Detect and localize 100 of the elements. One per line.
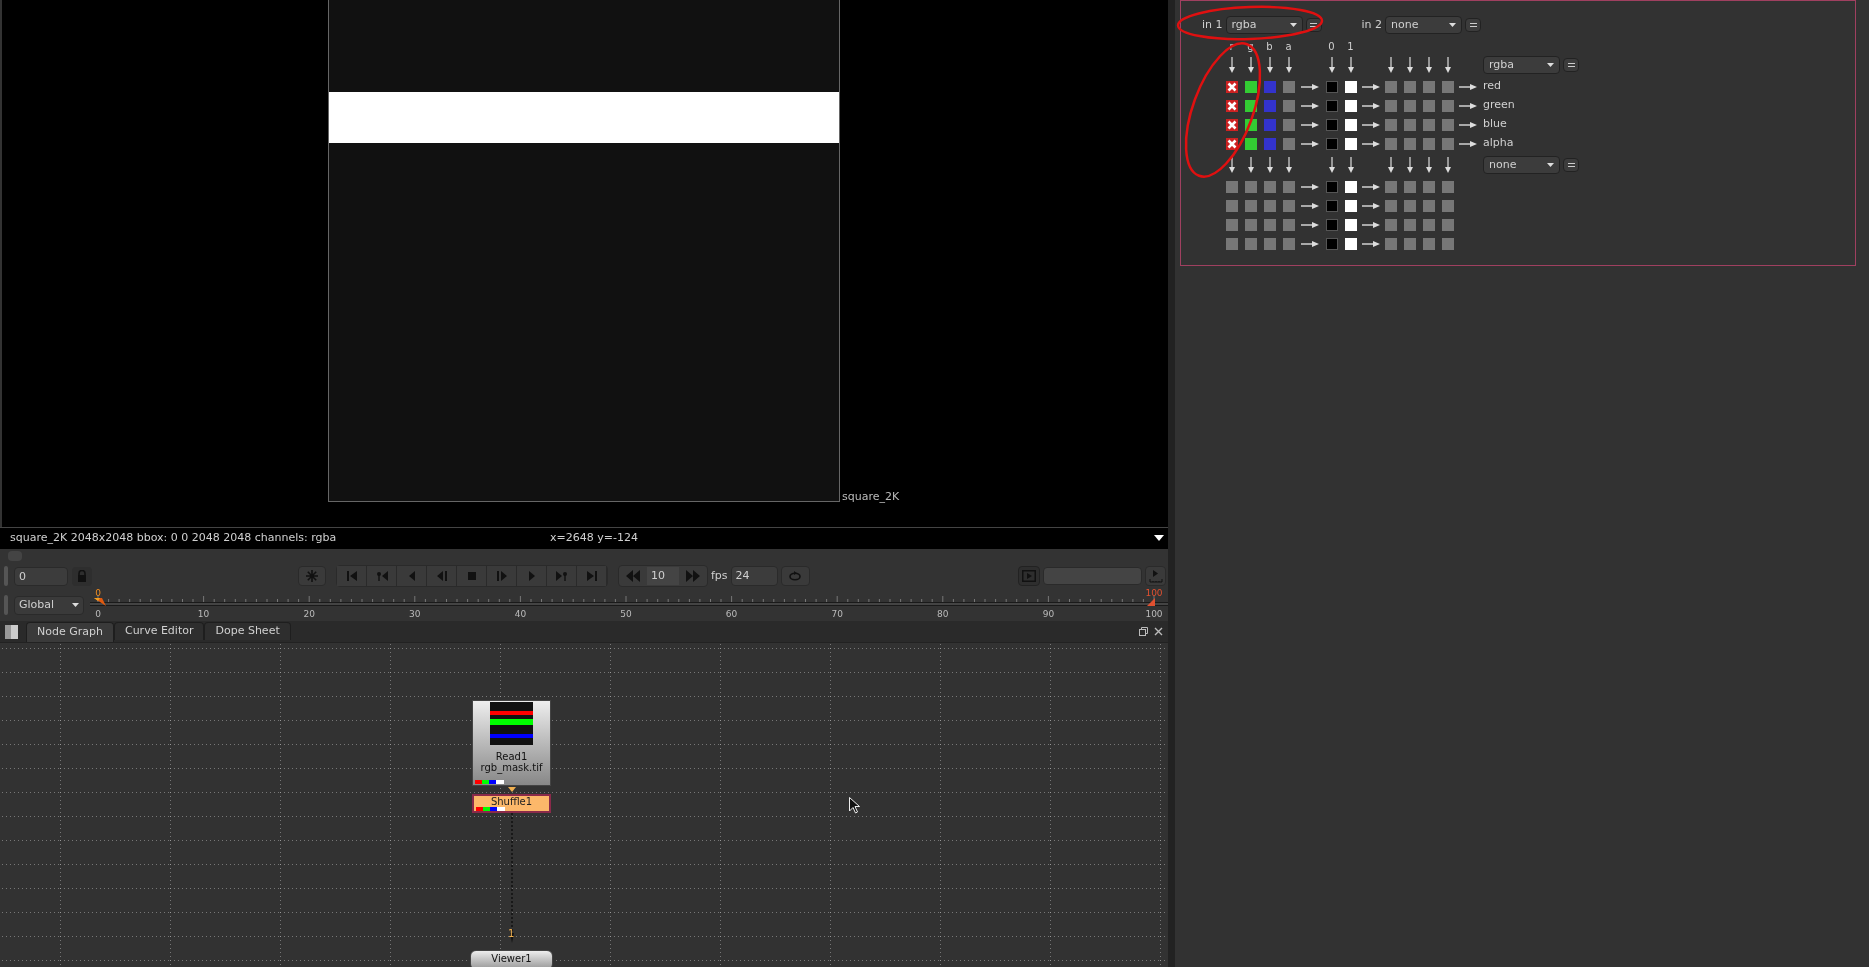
- channel-toggle[interactable]: [1225, 237, 1238, 250]
- output-toggle[interactable]: [1422, 118, 1435, 131]
- output-toggle[interactable]: [1384, 137, 1397, 150]
- output-toggle[interactable]: [1422, 80, 1435, 93]
- next-keyframe-button[interactable]: [547, 566, 577, 586]
- zero-toggle[interactable]: [1325, 218, 1338, 231]
- channel-toggle[interactable]: [1244, 218, 1257, 231]
- output-toggle[interactable]: [1441, 118, 1454, 131]
- output-toggle[interactable]: [1441, 199, 1454, 212]
- output-toggle[interactable]: [1403, 180, 1416, 193]
- channel-toggle[interactable]: [1282, 80, 1295, 93]
- float-panel-icon[interactable]: [1139, 627, 1148, 636]
- channel-toggle[interactable]: [1263, 118, 1276, 131]
- out-point-marker-icon[interactable]: [1147, 598, 1155, 606]
- output-toggle[interactable]: [1441, 180, 1454, 193]
- output-dropdown[interactable]: none: [1483, 156, 1560, 174]
- panel-tab[interactable]: Node Graph: [26, 622, 114, 642]
- input-dropdown[interactable]: rgba: [1225, 16, 1303, 34]
- channel-toggle[interactable]: [1263, 80, 1276, 93]
- zero-toggle[interactable]: [1325, 80, 1338, 93]
- zero-toggle[interactable]: [1325, 118, 1338, 131]
- output-toggle[interactable]: [1403, 199, 1416, 212]
- one-toggle[interactable]: [1344, 180, 1357, 193]
- stop-button[interactable]: [457, 566, 487, 586]
- output-toggle[interactable]: [1384, 99, 1397, 112]
- one-toggle[interactable]: [1344, 80, 1357, 93]
- scope-dropdown[interactable]: Global: [14, 595, 84, 615]
- frame-field[interactable]: 0: [14, 566, 68, 586]
- output-toggle[interactable]: [1441, 80, 1454, 93]
- channel-toggle[interactable]: [1263, 99, 1276, 112]
- channel-toggle[interactable]: [1225, 99, 1238, 112]
- last-frame-button[interactable]: [577, 566, 607, 586]
- channel-toggle[interactable]: [1282, 199, 1295, 212]
- output-toggle[interactable]: [1384, 199, 1397, 212]
- output-toggle[interactable]: [1403, 118, 1416, 131]
- output-toggle[interactable]: [1441, 218, 1454, 231]
- link-button[interactable]: [1465, 18, 1482, 32]
- channel-toggle[interactable]: [1263, 137, 1276, 150]
- output-toggle[interactable]: [1384, 80, 1397, 93]
- channel-toggle[interactable]: [1244, 237, 1257, 250]
- output-dropdown[interactable]: rgba: [1483, 56, 1560, 74]
- output-toggle[interactable]: [1422, 237, 1435, 250]
- one-toggle[interactable]: [1344, 118, 1357, 131]
- channel-toggle[interactable]: [1225, 180, 1238, 193]
- output-toggle[interactable]: [1384, 118, 1397, 131]
- channel-toggle[interactable]: [1244, 137, 1257, 150]
- channel-toggle[interactable]: [1282, 237, 1295, 250]
- panel-menu-icon[interactable]: [5, 625, 18, 639]
- channel-toggle[interactable]: [1225, 118, 1238, 131]
- output-toggle[interactable]: [1403, 218, 1416, 231]
- channel-toggle[interactable]: [1244, 80, 1257, 93]
- next-frame-button[interactable]: [517, 566, 547, 586]
- output-toggle[interactable]: [1422, 218, 1435, 231]
- previous-keyframe-button[interactable]: [367, 566, 397, 586]
- output-toggle[interactable]: [1384, 218, 1397, 231]
- shuffle-node[interactable]: Shuffle1: [472, 794, 551, 813]
- output-toggle[interactable]: [1384, 237, 1397, 250]
- output-toggle[interactable]: [1441, 237, 1454, 250]
- channel-toggle[interactable]: [1225, 80, 1238, 93]
- fps-field[interactable]: 24: [730, 566, 778, 586]
- output-toggle[interactable]: [1403, 80, 1416, 93]
- panel-tab[interactable]: Curve Editor: [113, 622, 205, 640]
- channel-toggle[interactable]: [1282, 218, 1295, 231]
- dropdown-arrow-icon[interactable]: [1154, 535, 1164, 542]
- link-button[interactable]: [1563, 58, 1579, 72]
- output-toggle[interactable]: [1403, 137, 1416, 150]
- one-toggle[interactable]: [1344, 237, 1357, 250]
- panel-handle[interactable]: [4, 595, 8, 615]
- output-toggle[interactable]: [1403, 237, 1416, 250]
- panel-handle[interactable]: [4, 566, 8, 586]
- output-toggle[interactable]: [1422, 99, 1435, 112]
- zero-toggle[interactable]: [1325, 137, 1338, 150]
- output-toggle[interactable]: [1403, 99, 1416, 112]
- range-field[interactable]: [1043, 567, 1142, 585]
- previous-frame-button[interactable]: [397, 566, 427, 586]
- channel-toggle[interactable]: [1225, 199, 1238, 212]
- zero-toggle[interactable]: [1325, 237, 1338, 250]
- loop-button[interactable]: [780, 566, 810, 586]
- output-toggle[interactable]: [1422, 180, 1435, 193]
- channel-toggle[interactable]: [1244, 180, 1257, 193]
- input-dropdown[interactable]: none: [1385, 16, 1463, 34]
- output-toggle[interactable]: [1422, 199, 1435, 212]
- channel-toggle[interactable]: [1282, 137, 1295, 150]
- playhead-marker-icon[interactable]: [94, 598, 106, 606]
- output-toggle[interactable]: [1422, 137, 1435, 150]
- play-backward-button[interactable]: [427, 566, 457, 586]
- close-icon[interactable]: [1154, 627, 1163, 636]
- output-toggle[interactable]: [1441, 137, 1454, 150]
- read-node[interactable]: Read1 rgb_mask.tif: [472, 700, 551, 786]
- first-frame-button[interactable]: [337, 566, 367, 586]
- panel-tab[interactable]: Dope Sheet: [204, 622, 291, 640]
- zero-toggle[interactable]: [1325, 99, 1338, 112]
- zero-toggle[interactable]: [1325, 180, 1338, 193]
- output-toggle[interactable]: [1441, 99, 1454, 112]
- channel-toggle[interactable]: [1263, 180, 1276, 193]
- channel-toggle[interactable]: [1225, 218, 1238, 231]
- one-toggle[interactable]: [1344, 199, 1357, 212]
- freeze-button[interactable]: [298, 566, 326, 586]
- channel-toggle[interactable]: [1282, 180, 1295, 193]
- channel-toggle[interactable]: [1244, 99, 1257, 112]
